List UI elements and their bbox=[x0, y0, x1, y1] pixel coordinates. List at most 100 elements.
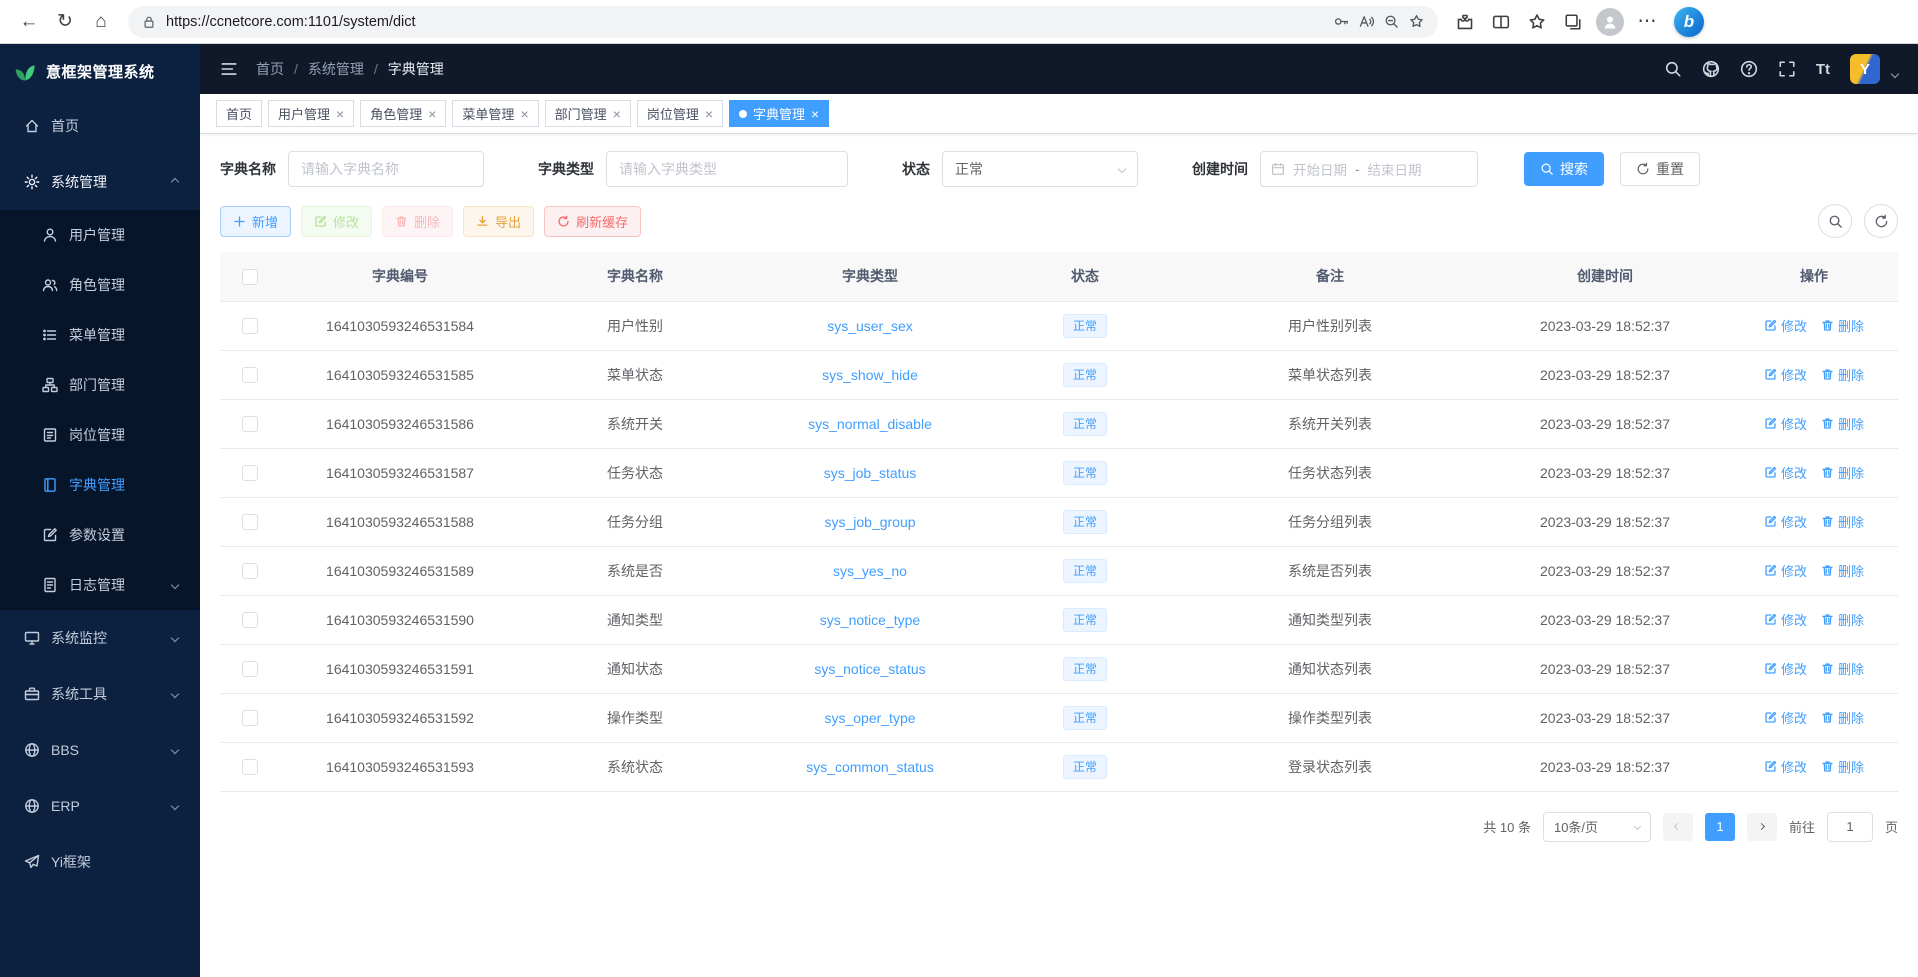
dict-type-link[interactable]: sys_normal_disable bbox=[808, 416, 932, 432]
password-key-icon[interactable] bbox=[1334, 14, 1349, 29]
collections-icon[interactable] bbox=[1556, 5, 1590, 39]
read-aloud-icon[interactable] bbox=[1359, 14, 1374, 29]
favorites-icon[interactable] bbox=[1520, 5, 1554, 39]
sidebar-item-dept-management[interactable]: 部门管理 bbox=[0, 360, 200, 410]
back-button[interactable]: ← bbox=[12, 5, 46, 39]
next-page-button[interactable] bbox=[1747, 813, 1777, 841]
date-range-picker[interactable]: 开始日期 - 结束日期 bbox=[1260, 151, 1478, 187]
delete-button[interactable]: 删除 bbox=[382, 206, 453, 237]
url-text[interactable]: https://ccnetcore.com:1101/system/dict bbox=[166, 14, 416, 30]
sidebar-item-user-management[interactable]: 用户管理 bbox=[0, 210, 200, 260]
row-delete-button[interactable]: 删除 bbox=[1821, 463, 1864, 482]
collapse-sidebar-icon[interactable] bbox=[220, 60, 238, 78]
dict-type-input[interactable] bbox=[606, 151, 848, 187]
sidebar-item-dict-management[interactable]: 字典管理 bbox=[0, 460, 200, 510]
search-icon[interactable] bbox=[1664, 60, 1682, 78]
split-screen-icon[interactable] bbox=[1484, 5, 1518, 39]
tab-home[interactable]: 首页 bbox=[216, 100, 262, 127]
github-icon[interactable] bbox=[1702, 60, 1720, 78]
breadcrumb-system[interactable]: 系统管理 bbox=[308, 59, 364, 79]
export-button[interactable]: 导出 bbox=[463, 206, 534, 237]
fullscreen-icon[interactable] bbox=[1778, 60, 1796, 78]
row-checkbox[interactable] bbox=[242, 661, 258, 677]
dict-type-link[interactable]: sys_show_hide bbox=[822, 367, 918, 383]
select-all-checkbox[interactable] bbox=[242, 269, 258, 285]
sidebar-item-menu-management[interactable]: 菜单管理 bbox=[0, 310, 200, 360]
user-avatar[interactable] bbox=[1850, 54, 1880, 84]
refresh-table-button[interactable] bbox=[1864, 204, 1898, 238]
font-size-icon[interactable] bbox=[1816, 61, 1830, 78]
row-edit-button[interactable]: 修改 bbox=[1764, 365, 1807, 384]
sidebar-item-home[interactable]: 首页 bbox=[0, 98, 200, 154]
tab-dept-management[interactable]: 部门管理 bbox=[545, 100, 631, 127]
sidebar-item-bbs[interactable]: BBS bbox=[0, 722, 200, 778]
refresh-button[interactable]: ↻ bbox=[48, 5, 82, 39]
row-edit-button[interactable]: 修改 bbox=[1764, 708, 1807, 727]
row-edit-button[interactable]: 修改 bbox=[1764, 659, 1807, 678]
close-tab-icon[interactable] bbox=[705, 106, 713, 122]
tab-menu-management[interactable]: 菜单管理 bbox=[452, 100, 538, 127]
row-checkbox[interactable] bbox=[242, 416, 258, 432]
help-icon[interactable] bbox=[1740, 60, 1758, 78]
row-checkbox[interactable] bbox=[242, 710, 258, 726]
status-select[interactable]: 正常 bbox=[942, 151, 1138, 187]
row-checkbox[interactable] bbox=[242, 465, 258, 481]
close-tab-icon[interactable] bbox=[811, 106, 819, 122]
browser-settings-icon[interactable]: ⋯ bbox=[1630, 5, 1664, 39]
dict-type-link[interactable]: sys_common_status bbox=[806, 759, 934, 775]
tab-user-management[interactable]: 用户管理 bbox=[268, 100, 354, 127]
edit-button[interactable]: 修改 bbox=[301, 206, 372, 237]
row-delete-button[interactable]: 删除 bbox=[1821, 365, 1864, 384]
sidebar-item-system-management[interactable]: 系统管理 bbox=[0, 154, 200, 210]
sidebar-item-role-management[interactable]: 角色管理 bbox=[0, 260, 200, 310]
row-edit-button[interactable]: 修改 bbox=[1764, 610, 1807, 629]
row-edit-button[interactable]: 修改 bbox=[1764, 757, 1807, 776]
row-checkbox[interactable] bbox=[242, 318, 258, 334]
tab-dict-management[interactable]: 字典管理 bbox=[729, 100, 829, 127]
row-edit-button[interactable]: 修改 bbox=[1764, 561, 1807, 580]
sidebar-item-system-monitor[interactable]: 系统监控 bbox=[0, 610, 200, 666]
row-checkbox[interactable] bbox=[242, 612, 258, 628]
bing-chat-icon[interactable] bbox=[1674, 7, 1704, 37]
toggle-search-button[interactable] bbox=[1818, 204, 1852, 238]
row-delete-button[interactable]: 删除 bbox=[1821, 757, 1864, 776]
reset-button[interactable]: 重置 bbox=[1620, 152, 1700, 186]
row-checkbox[interactable] bbox=[242, 759, 258, 775]
row-edit-button[interactable]: 修改 bbox=[1764, 463, 1807, 482]
dict-name-input[interactable] bbox=[288, 151, 484, 187]
goto-page-input[interactable] bbox=[1827, 812, 1873, 842]
tab-role-management[interactable]: 角色管理 bbox=[360, 100, 446, 127]
row-edit-button[interactable]: 修改 bbox=[1764, 414, 1807, 433]
home-button[interactable]: ⌂ bbox=[84, 5, 118, 39]
avatar-dropdown-icon[interactable] bbox=[1891, 70, 1899, 78]
row-delete-button[interactable]: 删除 bbox=[1821, 561, 1864, 580]
dict-type-link[interactable]: sys_notice_type bbox=[820, 612, 920, 628]
sidebar-item-yi-framework[interactable]: Yi框架 bbox=[0, 834, 200, 890]
page-number-current[interactable]: 1 bbox=[1705, 813, 1735, 841]
dict-type-link[interactable]: sys_user_sex bbox=[827, 318, 913, 334]
row-delete-button[interactable]: 删除 bbox=[1821, 708, 1864, 727]
row-checkbox[interactable] bbox=[242, 563, 258, 579]
close-tab-icon[interactable] bbox=[336, 106, 344, 122]
sidebar-item-system-tools[interactable]: 系统工具 bbox=[0, 666, 200, 722]
row-delete-button[interactable]: 删除 bbox=[1821, 659, 1864, 678]
close-tab-icon[interactable] bbox=[520, 106, 528, 122]
tab-post-management[interactable]: 岗位管理 bbox=[637, 100, 723, 127]
search-button[interactable]: 搜索 bbox=[1524, 152, 1604, 186]
zoom-out-icon[interactable] bbox=[1384, 14, 1399, 29]
site-info-lock-icon[interactable] bbox=[142, 15, 156, 29]
sidebar-item-param-settings[interactable]: 参数设置 bbox=[0, 510, 200, 560]
row-delete-button[interactable]: 删除 bbox=[1821, 610, 1864, 629]
refresh-cache-button[interactable]: 刷新缓存 bbox=[544, 206, 641, 237]
address-bar[interactable]: https://ccnetcore.com:1101/system/dict bbox=[128, 6, 1438, 38]
row-checkbox[interactable] bbox=[242, 514, 258, 530]
dict-type-link[interactable]: sys_yes_no bbox=[833, 563, 907, 579]
breadcrumb-home[interactable]: 首页 bbox=[256, 59, 284, 79]
dict-type-link[interactable]: sys_notice_status bbox=[814, 661, 925, 677]
add-button[interactable]: 新增 bbox=[220, 206, 291, 237]
row-delete-button[interactable]: 删除 bbox=[1821, 414, 1864, 433]
sidebar-item-log-management[interactable]: 日志管理 bbox=[0, 560, 200, 610]
row-edit-button[interactable]: 修改 bbox=[1764, 512, 1807, 531]
row-delete-button[interactable]: 删除 bbox=[1821, 316, 1864, 335]
dict-type-link[interactable]: sys_job_group bbox=[824, 514, 915, 530]
